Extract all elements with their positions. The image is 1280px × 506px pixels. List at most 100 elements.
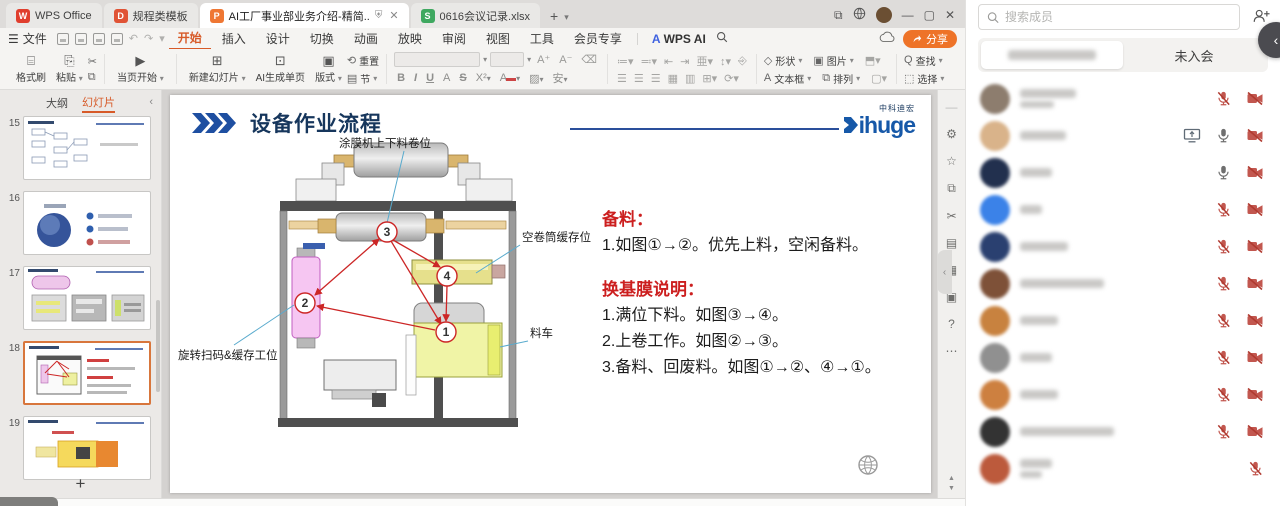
play-from-current-button[interactable]: ▶当页开始 ▾ — [112, 54, 169, 84]
align-right-icon[interactable]: ☰ — [649, 72, 663, 85]
tab-list-dropdown-icon[interactable]: ▾ — [564, 12, 569, 28]
cloud-sync-icon[interactable] — [879, 31, 895, 46]
new-slide-button[interactable]: ⊞新建幻灯片 ▾ — [184, 54, 251, 84]
rotate-icon[interactable]: ⟳▾ — [722, 72, 741, 85]
menu-item-design[interactable]: 设计 — [257, 28, 299, 49]
menu-item-transition[interactable]: 切换 — [301, 28, 343, 49]
global-settings-icon[interactable] — [853, 7, 866, 23]
member-row[interactable] — [966, 191, 1280, 228]
smart-format-icon[interactable]: ⎆ — [736, 55, 749, 68]
select-button[interactable]: ⬚选择▾ — [904, 71, 944, 86]
chart-panel-icon[interactable]: ▤ — [946, 236, 957, 250]
italic-button[interactable]: I — [411, 72, 420, 84]
minimize-button[interactable]: — — [902, 8, 914, 22]
font-color-button[interactable]: A▾ — [497, 72, 523, 84]
scroll-up-icon[interactable]: ▲ — [948, 475, 955, 482]
bullet-list-icon[interactable]: ≔▾ — [615, 55, 636, 68]
shape-button[interactable]: ◇形状▾ — [764, 53, 802, 68]
tab-wps-home[interactable]: W WPS Office — [6, 3, 102, 28]
file-menu[interactable]: ☰ 文件 — [8, 30, 47, 47]
user-avatar[interactable] — [876, 7, 892, 23]
arrange-button[interactable]: ⧉排列▾ — [822, 71, 860, 86]
decrease-font-button[interactable]: A⁻ — [556, 53, 575, 66]
tab-spreadsheet-doc[interactable]: S 0616会议记录.xlsx — [411, 3, 540, 28]
clear-format-button[interactable]: ⌫ — [578, 53, 600, 66]
member-row[interactable] — [966, 339, 1280, 376]
wps-ai-menu[interactable]: AWPS AI — [644, 32, 714, 46]
slide-thumbnail-16[interactable] — [23, 191, 151, 255]
member-row[interactable] — [966, 154, 1280, 191]
member-row[interactable] — [966, 117, 1280, 154]
slide-thumbnail-19[interactable] — [23, 416, 151, 480]
member-row[interactable] — [966, 228, 1280, 265]
picture-button[interactable]: ▣图片▾ — [813, 53, 853, 68]
copy-button[interactable]: ⧉ — [88, 71, 97, 84]
menu-item-animation[interactable]: 动画 — [345, 28, 387, 49]
align-center-icon[interactable]: ☰ — [632, 72, 646, 85]
menu-item-tools[interactable]: 工具 — [521, 28, 563, 49]
help-icon[interactable]: ? — [948, 317, 955, 331]
menu-item-review[interactable]: 审阅 — [433, 28, 475, 49]
close-button[interactable]: ✕ — [945, 8, 955, 22]
tab-presentation-doc[interactable]: P AI工厂事业部业务介绍-精简.. ⛨ ✕ — [200, 3, 409, 28]
numbered-list-icon[interactable]: ≕▾ — [639, 55, 660, 68]
layout-switch-icon[interactable]: ⧉ — [834, 8, 843, 23]
columns-icon[interactable]: ▥ — [683, 72, 697, 85]
menu-search-icon[interactable] — [716, 31, 728, 46]
superscript-button[interactable]: X²▾ — [473, 72, 494, 84]
member-row[interactable] — [966, 80, 1280, 117]
member-row[interactable] — [966, 302, 1280, 339]
strike-button[interactable]: S — [456, 72, 469, 84]
favorites-icon[interactable]: ☆ — [946, 154, 957, 168]
menu-item-member[interactable]: 会员专享 — [565, 28, 631, 49]
align-objects-icon[interactable]: ⊞▾ — [700, 72, 719, 85]
close-tab-icon[interactable]: ✕ — [389, 9, 398, 22]
underline-button[interactable]: U — [423, 72, 437, 84]
reset-button[interactable]: ⟲重置 — [347, 53, 379, 68]
cut-button[interactable]: ✂ — [88, 55, 97, 68]
shapes-panel-icon[interactable]: ⧉ — [947, 181, 956, 196]
sidebar-scrollbar[interactable] — [156, 300, 160, 392]
tab-joined[interactable] — [981, 41, 1123, 69]
member-row[interactable] — [966, 376, 1280, 413]
member-row[interactable] — [966, 450, 1280, 487]
member-row[interactable] — [966, 413, 1280, 450]
more-icon[interactable]: ⋯ — [946, 344, 958, 358]
design-tools-icon[interactable]: ✂ — [946, 209, 956, 223]
text-effect-button[interactable]: 安▾ — [550, 70, 571, 86]
highlight-color-button[interactable]: ▨▾ — [526, 72, 546, 85]
outdent-icon[interactable]: ⇤ — [662, 55, 675, 68]
bold-button[interactable]: B — [394, 72, 408, 84]
tab-template-doc[interactable]: D 规程类模板 — [104, 3, 198, 28]
panel-collapse-handle[interactable]: ‹ — [937, 250, 952, 294]
scroll-down-icon[interactable]: ▼ — [948, 485, 955, 492]
collapse-sidebar-icon[interactable]: ‹ — [149, 96, 153, 108]
preview-icon[interactable] — [111, 33, 123, 45]
menu-item-home[interactable]: 开始 — [169, 27, 211, 50]
print-icon[interactable] — [93, 33, 105, 45]
history-dropdown-icon[interactable]: ▾ — [159, 32, 165, 45]
group-icon[interactable]: ▢▾ — [869, 72, 889, 85]
paste-button[interactable]: ⎘粘贴 ▾ — [51, 54, 88, 84]
align-left-icon[interactable]: ☰ — [615, 72, 629, 85]
member-search[interactable] — [978, 4, 1240, 30]
layout-button[interactable]: ▣版式 ▾ — [310, 54, 347, 84]
font-name-select[interactable] — [394, 52, 480, 67]
font-size-select[interactable] — [490, 52, 524, 67]
redo-icon[interactable]: ↷ — [144, 32, 153, 45]
increase-font-button[interactable]: A⁺ — [534, 53, 553, 66]
add-slide-button[interactable]: + — [0, 474, 161, 494]
upload-icon[interactable]: ⬒▾ — [863, 54, 883, 67]
tab-not-joined[interactable]: 未入会 — [1123, 41, 1265, 69]
line-spacing-icon[interactable]: ↕▾ — [718, 55, 733, 68]
slide-thumbnail-18-current[interactable] — [23, 341, 151, 405]
textbox-button[interactable]: A文本框▾ — [764, 71, 811, 86]
slide-thumbnail-17[interactable] — [23, 266, 151, 330]
export-icon[interactable] — [75, 33, 87, 45]
justify-icon[interactable]: ▦ — [666, 72, 680, 85]
format-painter-button[interactable]: ⌸格式刷 — [11, 54, 51, 84]
ai-generate-button[interactable]: ⊡AI生成单页 — [251, 54, 310, 84]
indent-icon[interactable]: ⇥ — [678, 55, 691, 68]
slide-page[interactable]: 设备作业流程 中科迪宏 ihuge — [170, 95, 931, 493]
char-border-button[interactable]: A — [440, 72, 453, 84]
